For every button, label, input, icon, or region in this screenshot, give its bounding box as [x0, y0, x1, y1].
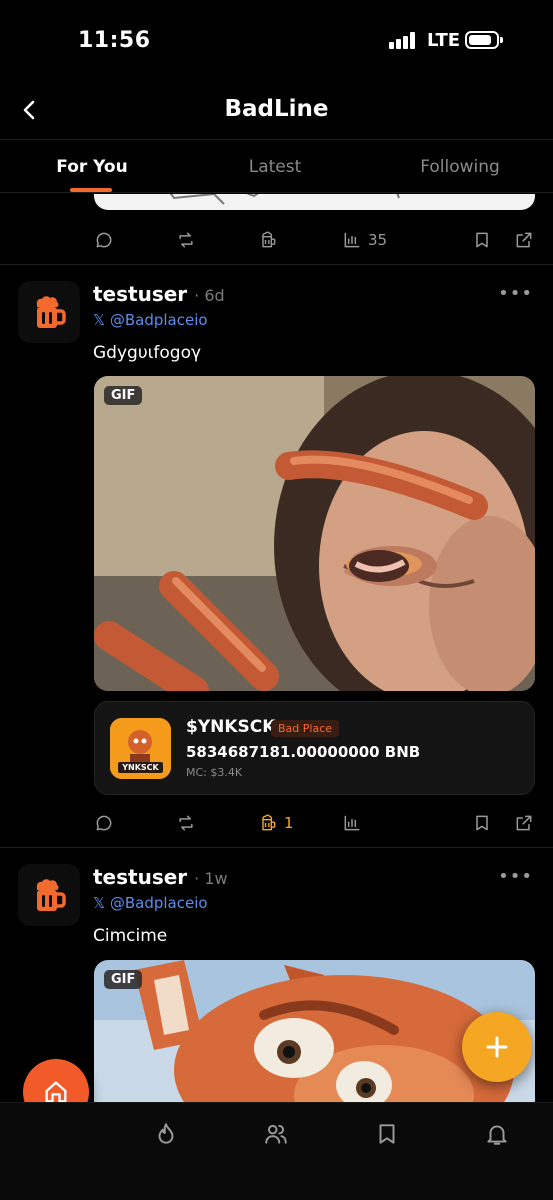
bottom-nav: [0, 1102, 553, 1200]
network-type: LTE: [427, 30, 461, 51]
post-text: Cimcime: [93, 926, 168, 946]
post-time: · 6d: [194, 286, 225, 305]
previous-post-actions: 35: [94, 228, 535, 252]
repost-button[interactable]: [176, 228, 196, 252]
bookmark-icon: [476, 815, 488, 831]
token-tag: Bad Place: [271, 720, 340, 737]
active-tab-indicator: [70, 188, 112, 192]
post-text: Gdygυιfogoγ: [93, 343, 202, 363]
nav-community[interactable]: [263, 1121, 289, 1147]
feed-tabs: For You Latest Following: [0, 141, 553, 193]
handle-text: @Badplaceio: [109, 311, 208, 329]
bookmark-icon: [379, 1124, 395, 1144]
share-icon: [516, 815, 532, 831]
tab-for-you[interactable]: For You: [52, 157, 132, 177]
post: testuser · 6d ••• 𝕏 @Badplaceio Gdygυιfo…: [0, 265, 553, 847]
share-icon: [516, 232, 532, 248]
page-title: BadLine: [224, 96, 329, 122]
cheers-count: 1: [284, 814, 294, 832]
users-icon: [265, 1124, 287, 1144]
username[interactable]: testuser: [93, 865, 187, 889]
bookmark-button[interactable]: [472, 228, 492, 252]
post-author[interactable]: testuser · 6d: [93, 282, 225, 306]
cheers-button[interactable]: [258, 228, 278, 252]
beer-icon: [262, 814, 276, 831]
views-button[interactable]: [342, 811, 362, 835]
comment-icon: [96, 232, 112, 248]
more-options-button[interactable]: •••: [498, 866, 533, 887]
signal-icon: [389, 31, 417, 49]
repost-icon: [179, 815, 193, 831]
token-card[interactable]: YNKSCK $YNKSCK Bad Place 5834687181.0000…: [94, 701, 535, 795]
comment-button[interactable]: [94, 228, 114, 252]
token-logo: YNKSCK: [110, 718, 171, 779]
views-label: 35: [368, 231, 388, 249]
feed[interactable]: 35 testuser · 6d ••• 𝕏 @Badplaceio Gdygυ…: [0, 194, 553, 1102]
nav-bookmarks[interactable]: [374, 1121, 400, 1147]
cheers-button[interactable]: 1: [258, 811, 294, 835]
beer-mug-logo-icon: [36, 879, 66, 911]
beer-icon: [262, 231, 276, 248]
nav-notifications[interactable]: [484, 1121, 510, 1147]
token-amount: 5834687181.00000000 BNB: [186, 743, 421, 761]
gif-badge: GIF: [104, 386, 143, 405]
post-gif[interactable]: GIF: [94, 376, 535, 691]
new-post-button[interactable]: [462, 1012, 532, 1082]
battery-icon: [465, 31, 503, 49]
status-time: 11:56: [78, 28, 151, 53]
x-icon: 𝕏: [93, 894, 110, 912]
bell-icon: [487, 1125, 507, 1145]
x-handle-link[interactable]: 𝕏 @Badplaceio: [93, 894, 208, 912]
share-button[interactable]: [514, 811, 534, 835]
more-options-button[interactable]: •••: [498, 283, 533, 304]
post-author[interactable]: testuser · 1w: [93, 865, 228, 889]
gif-image: [94, 376, 535, 691]
views-icon: [344, 232, 360, 248]
repost-icon: [179, 232, 193, 248]
tab-following[interactable]: Following: [410, 157, 510, 177]
comment-icon: [96, 815, 112, 831]
nav-trending[interactable]: [153, 1121, 179, 1147]
share-button[interactable]: [514, 228, 534, 252]
avatar[interactable]: [18, 864, 80, 926]
handle-text: @Badplaceio: [109, 894, 208, 912]
x-icon: 𝕏: [93, 311, 110, 329]
bookmark-icon: [476, 232, 488, 248]
avatar[interactable]: [18, 281, 80, 343]
post-time: · 1w: [194, 869, 228, 888]
status-bar: 11:56 LTE: [0, 0, 553, 80]
fire-icon: [158, 1123, 174, 1144]
token-market-cap: MC: $3.4K: [186, 766, 243, 779]
tab-latest[interactable]: Latest: [235, 157, 315, 177]
views-icon: [344, 815, 360, 831]
plus-icon: [486, 1036, 508, 1058]
beer-mug-logo-icon: [36, 296, 66, 328]
bookmark-button[interactable]: [472, 811, 492, 835]
app-header: BadLine: [0, 80, 553, 140]
x-handle-link[interactable]: 𝕏 @Badplaceio: [93, 311, 208, 329]
comment-button[interactable]: [94, 811, 114, 835]
token-ticker: $YNKSCK: [186, 717, 276, 737]
username[interactable]: testuser: [93, 282, 187, 306]
views-count[interactable]: 35: [342, 228, 387, 252]
token-logo-text: YNKSCK: [122, 763, 159, 772]
post-actions: 1: [94, 811, 535, 835]
gif-badge: GIF: [104, 970, 143, 989]
repost-button[interactable]: [176, 811, 196, 835]
previous-post-media[interactable]: [94, 194, 535, 210]
